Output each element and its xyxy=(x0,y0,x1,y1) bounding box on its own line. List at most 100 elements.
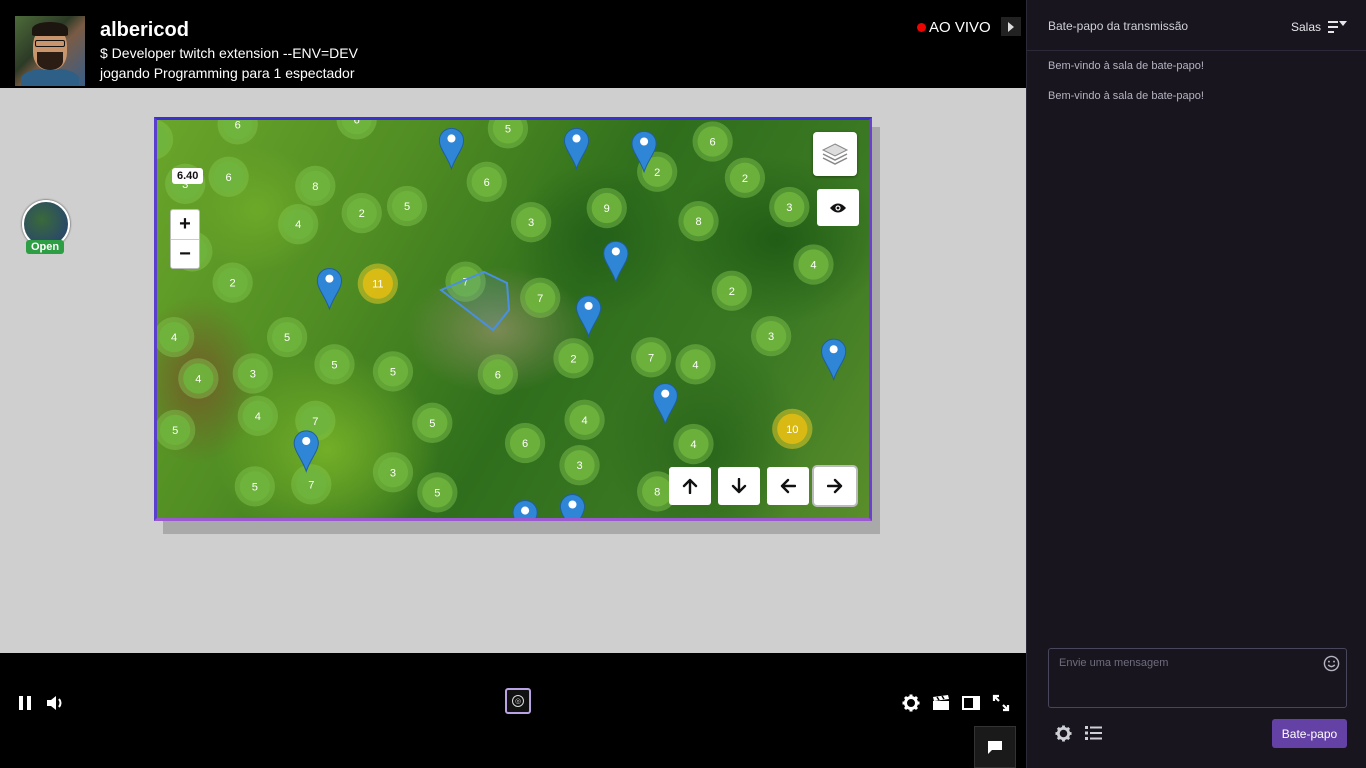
play-arrow-icon[interactable] xyxy=(1001,17,1021,36)
map-pin-icon[interactable] xyxy=(652,383,678,426)
marker-cluster[interactable]: 2 xyxy=(711,270,752,311)
selection-polygon[interactable] xyxy=(437,270,517,340)
chat-toggle-button[interactable] xyxy=(974,726,1016,768)
marker-cluster[interactable]: 6 xyxy=(466,161,507,202)
pan-left-button[interactable] xyxy=(767,467,809,505)
cluster-count: 4 xyxy=(810,260,816,272)
marker-cluster[interactable]: 4 xyxy=(157,120,174,160)
marker-cluster[interactable]: 4 xyxy=(157,316,195,358)
map-pin-icon[interactable] xyxy=(576,295,602,338)
extension-toggle-button[interactable]: ◎ xyxy=(505,688,531,714)
marker-cluster[interactable]: 4 xyxy=(793,244,834,285)
marker-cluster[interactable]: 5 xyxy=(417,472,458,513)
marker-cluster[interactable]: 3 xyxy=(559,445,600,486)
marker-cluster[interactable]: 3 xyxy=(750,315,792,357)
pause-button[interactable] xyxy=(14,692,36,714)
fullscreen-button[interactable] xyxy=(990,692,1012,714)
marker-cluster[interactable]: 2 xyxy=(341,192,382,234)
map-pin-icon[interactable] xyxy=(563,127,590,171)
map-pin-icon[interactable] xyxy=(316,268,343,311)
marker-cluster[interactable]: 10 xyxy=(772,408,813,450)
marker-cluster[interactable]: 4 xyxy=(178,358,219,399)
cluster-count: 6 xyxy=(522,438,528,450)
marker-cluster[interactable]: 7 xyxy=(291,464,332,505)
map-pin-icon[interactable] xyxy=(821,338,847,382)
visibility-button[interactable] xyxy=(817,189,859,226)
map-pin-icon[interactable] xyxy=(559,493,586,521)
extension-open-badge[interactable]: Open xyxy=(26,240,65,254)
zoom-in-button[interactable]: + xyxy=(171,210,199,239)
marker-cluster[interactable]: 2 xyxy=(212,262,253,303)
marker-cluster[interactable]: 5 xyxy=(386,185,428,227)
chat-message: Bem-vindo à sala de bate-papo! xyxy=(1048,90,1204,102)
chat-send-button[interactable]: Bate-papo xyxy=(1272,719,1347,748)
marker-cluster[interactable]: 3 xyxy=(372,452,414,493)
marker-cluster[interactable]: 4 xyxy=(564,399,605,440)
emoji-picker-icon[interactable] xyxy=(1323,655,1340,672)
video-player: albericod $ Developer twitch extension -… xyxy=(0,0,1026,768)
marker-cluster[interactable]: 5 xyxy=(487,120,529,149)
clip-button[interactable] xyxy=(930,692,952,714)
cluster-count: 3 xyxy=(768,331,774,343)
marker-cluster[interactable]: 8 xyxy=(678,200,719,242)
marker-cluster[interactable]: 3 xyxy=(232,353,273,394)
channel-name[interactable]: albericod xyxy=(100,19,189,42)
cluster-count: 4 xyxy=(692,359,698,371)
theatre-mode-button[interactable] xyxy=(960,692,982,714)
marker-cluster[interactable]: 5 xyxy=(412,402,453,444)
marker-cluster[interactable]: 4 xyxy=(673,423,714,465)
cluster-count: 2 xyxy=(729,286,735,298)
cluster-count: 5 xyxy=(284,332,290,344)
settings-button[interactable] xyxy=(900,692,922,714)
marker-cluster[interactable]: 7 xyxy=(520,277,561,318)
cluster-count: 5 xyxy=(252,481,258,493)
marker-cluster[interactable]: 4 xyxy=(278,204,319,245)
channel-avatar[interactable] xyxy=(15,16,85,86)
marker-cluster[interactable]: 8 xyxy=(295,165,336,207)
marker-cluster[interactable]: 5 xyxy=(157,409,196,451)
marker-cluster[interactable]: 11 xyxy=(357,263,399,304)
cluster-count: 3 xyxy=(390,467,396,479)
pan-up-button[interactable] xyxy=(669,467,711,505)
marker-cluster[interactable]: 6 xyxy=(692,121,733,162)
pan-right-button[interactable] xyxy=(814,467,856,505)
marker-cluster[interactable]: 4 xyxy=(237,395,279,436)
map-pin-icon[interactable] xyxy=(512,499,538,521)
fullscreen-icon xyxy=(992,694,1010,712)
list-icon xyxy=(1084,726,1102,740)
marker-cluster[interactable]: 9 xyxy=(586,187,627,229)
viewer-list-button[interactable] xyxy=(1083,724,1103,742)
chat-message-input[interactable]: Envie uma mensagem xyxy=(1048,648,1347,708)
map-pin-icon[interactable] xyxy=(603,240,629,284)
extension-panel[interactable]: Open xyxy=(20,200,72,258)
marker-cluster[interactable]: 7 xyxy=(630,337,672,378)
marker-cluster[interactable]: 6 xyxy=(208,156,249,197)
marker-cluster[interactable]: 3 xyxy=(510,201,552,243)
chat-header: Bate-papo da transmissão Salas xyxy=(1027,0,1366,51)
marker-cluster[interactable]: 6 xyxy=(336,120,377,140)
cluster-count: 7 xyxy=(537,293,543,305)
pan-down-button[interactable] xyxy=(718,467,760,505)
chat-panel: Bate-papo da transmissão Salas Bem-vindo… xyxy=(1026,0,1366,768)
marker-cluster[interactable]: 3 xyxy=(769,186,810,228)
map-pin-icon[interactable] xyxy=(438,127,465,171)
volume-button[interactable] xyxy=(44,692,66,714)
marker-cluster[interactable]: 2 xyxy=(724,157,766,198)
layers-button[interactable] xyxy=(813,132,857,176)
cluster-count: 4 xyxy=(171,332,177,344)
marker-cluster[interactable]: 2 xyxy=(553,338,594,379)
marker-cluster[interactable]: 5 xyxy=(234,466,275,507)
marker-cluster[interactable]: 6 xyxy=(217,120,258,145)
marker-cluster[interactable]: 5 xyxy=(314,344,355,385)
chat-settings-button[interactable] xyxy=(1053,724,1073,742)
marker-cluster[interactable]: 4 xyxy=(675,344,716,385)
map-overlay[interactable]: 4 6 6 3 6 8 4 2 5 4 2 11 7 4 5 3 5 5 4 5 4 7 5 6 5 6 3 7 9 2 7 4 4 6 3 6 2 2 8… xyxy=(154,117,872,521)
marker-cluster[interactable]: 5 xyxy=(266,316,308,358)
rooms-button[interactable]: Salas xyxy=(1291,19,1348,35)
marker-cluster[interactable]: 6 xyxy=(477,354,519,395)
marker-cluster[interactable]: 6 xyxy=(504,422,546,464)
volume-icon xyxy=(47,696,62,710)
cluster-count: 6 xyxy=(226,172,232,184)
marker-cluster[interactable]: 5 xyxy=(372,351,414,392)
zoom-out-button[interactable]: − xyxy=(171,239,199,268)
